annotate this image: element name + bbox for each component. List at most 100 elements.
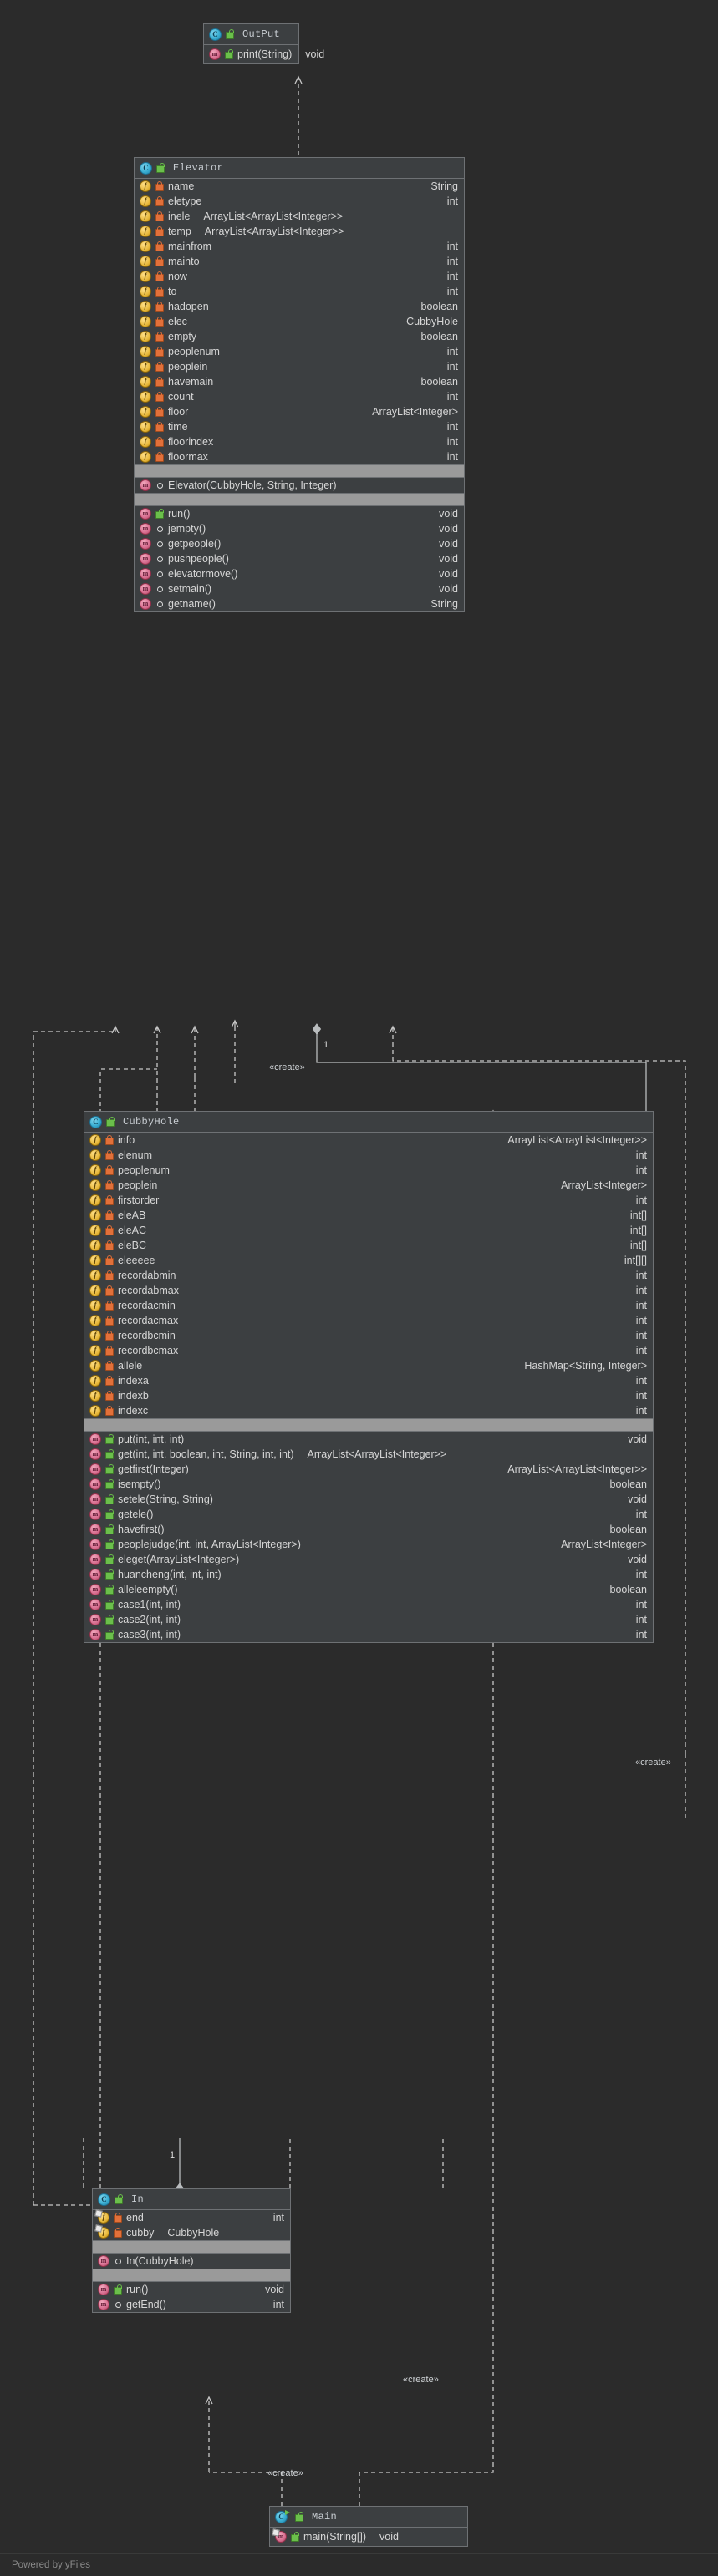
member-name: eleBC — [118, 1240, 147, 1251]
class-name-main: Main — [312, 2511, 338, 2523]
class-box-elevator[interactable]: C Elevator f name String f eletype int f inel… — [134, 157, 465, 612]
member-name: pushpeople() — [168, 553, 229, 565]
table-row[interactable]: f name String — [135, 179, 464, 194]
member-type: int — [635, 1599, 647, 1610]
table-row[interactable]: f recordbcmin int — [84, 1328, 653, 1343]
table-row[interactable]: m main(String[]) void — [270, 2528, 467, 2546]
member-type: void — [439, 553, 458, 565]
table-row[interactable]: m case1(int, int) int — [84, 1597, 653, 1612]
table-row[interactable]: m getname() String — [135, 596, 464, 611]
table-row[interactable]: f indexb int — [84, 1388, 653, 1403]
member-type: int — [635, 1569, 647, 1580]
class-methods-cubbyhole: m put(int, int, int) void m get(int, int, b… — [84, 1432, 653, 1642]
table-row[interactable]: f hadopen boolean — [135, 299, 464, 314]
table-row[interactable]: f mainto int — [135, 254, 464, 269]
table-row[interactable]: m get(int, int, boolean, int, String, int… — [84, 1447, 653, 1462]
table-row[interactable]: m eleget(ArrayList<Integer>) void — [84, 1552, 653, 1567]
class-header-in: C In — [93, 2189, 290, 2210]
table-row[interactable]: f recordabmin int — [84, 1268, 653, 1283]
table-row[interactable]: f to int — [135, 284, 464, 299]
table-row[interactable]: m alleleempty() boolean — [84, 1582, 653, 1597]
table-row[interactable]: f eleAC int[] — [84, 1223, 653, 1238]
member-name: peoplein — [118, 1179, 158, 1191]
table-row[interactable]: m jempty() void — [135, 521, 464, 536]
table-row[interactable]: f recordacmin int — [84, 1298, 653, 1313]
class-box-in[interactable]: C In f end int f cubby CubbyHole m In(CubbyHo… — [92, 2188, 291, 2313]
table-row[interactable]: f temp ArrayList<ArrayList<Integer>> — [135, 224, 464, 239]
table-row[interactable]: f eleAB int[] — [84, 1208, 653, 1223]
table-row[interactable]: f eletype int — [135, 194, 464, 209]
multiplicity-in-cubbyhole: 1 — [170, 2150, 176, 2160]
table-row[interactable]: f floormax int — [135, 449, 464, 464]
table-row[interactable]: f recordbcmax int — [84, 1343, 653, 1358]
table-row[interactable]: m put(int, int, int) void — [84, 1432, 653, 1447]
table-row[interactable]: m Elevator(CubbyHole, String, Integer) — [135, 478, 464, 493]
member-name: mainto — [168, 256, 200, 267]
table-row[interactable]: f eleeeee int[][] — [84, 1253, 653, 1268]
table-row[interactable]: m case3(int, int) int — [84, 1627, 653, 1642]
table-row[interactable]: m setele(String, String) void — [84, 1492, 653, 1507]
table-row[interactable]: m run() void — [93, 2282, 290, 2297]
member-name: recordbcmin — [118, 1330, 176, 1341]
table-row[interactable]: m havefirst() boolean — [84, 1522, 653, 1537]
member-row[interactable]: m print(String) void — [204, 45, 324, 63]
member-name: indexa — [118, 1375, 149, 1387]
table-row[interactable]: f peoplein ArrayList<Integer> — [84, 1178, 653, 1193]
table-row[interactable]: m getEnd() int — [93, 2297, 290, 2312]
table-row[interactable]: f elec CubbyHole — [135, 314, 464, 329]
table-row[interactable]: f end int — [93, 2210, 290, 2225]
table-row[interactable]: m isempty() boolean — [84, 1477, 653, 1492]
table-row[interactable]: m huancheng(int, int, int) int — [84, 1567, 653, 1582]
table-row[interactable]: f allele HashMap<String, Integer> — [84, 1358, 653, 1373]
table-row[interactable]: f eleBC int[] — [84, 1238, 653, 1253]
section-divider — [135, 465, 464, 478]
member-name: case2(int, int) — [118, 1614, 181, 1625]
table-row[interactable]: m pushpeople() void — [135, 551, 464, 566]
member-name: recordabmax — [118, 1285, 179, 1296]
table-row[interactable]: f recordabmax int — [84, 1283, 653, 1298]
table-row[interactable]: f mainfrom int — [135, 239, 464, 254]
table-row[interactable]: m case2(int, int) int — [84, 1612, 653, 1627]
section-divider — [93, 2269, 290, 2282]
table-row[interactable]: f indexa int — [84, 1373, 653, 1388]
table-row[interactable]: f count int — [135, 389, 464, 404]
class-box-output[interactable]: C OutPut m print(String) void — [203, 23, 324, 64]
member-type: int — [446, 436, 458, 448]
table-row[interactable]: f elenum int — [84, 1148, 653, 1163]
table-row[interactable]: m elevatormove() void — [135, 566, 464, 581]
class-box-main[interactable]: C Main m main(String[]) void — [269, 2506, 468, 2547]
member-type: int — [635, 1405, 647, 1417]
member-type: int — [446, 241, 458, 252]
member-type: CubbyHole — [406, 316, 458, 327]
table-row[interactable]: f indexc int — [84, 1403, 653, 1418]
class-box-cubbyhole[interactable]: C CubbyHole f info ArrayList<ArrayList<Int… — [84, 1111, 654, 1643]
table-row[interactable]: m getfirst(Integer) ArrayList<ArrayList<In… — [84, 1462, 653, 1477]
member-type: int — [635, 1614, 647, 1625]
member-type: int — [446, 451, 458, 463]
table-row[interactable]: m peoplejudge(int, int, ArrayList<Integer… — [84, 1537, 653, 1552]
table-row[interactable]: f floor ArrayList<Integer> — [135, 404, 464, 419]
table-row[interactable]: f cubby CubbyHole — [93, 2225, 290, 2240]
table-row[interactable]: m In(CubbyHole) — [93, 2254, 290, 2269]
table-row[interactable]: f peoplenum int — [135, 344, 464, 359]
table-row[interactable]: f floorindex int — [135, 434, 464, 449]
table-row[interactable]: m getele() int — [84, 1507, 653, 1522]
class-methods-main: m main(String[]) void — [270, 2528, 467, 2546]
table-row[interactable]: f now int — [135, 269, 464, 284]
table-row[interactable]: f time int — [135, 419, 464, 434]
table-row[interactable]: f inele ArrayList<ArrayList<Integer>> — [135, 209, 464, 224]
table-row[interactable]: m getpeople() void — [135, 536, 464, 551]
member-type: int — [635, 1300, 647, 1311]
table-row[interactable]: f empty boolean — [135, 329, 464, 344]
table-row[interactable]: f havemain boolean — [135, 374, 464, 389]
member-name: put(int, int, int) — [118, 1433, 185, 1445]
table-row[interactable]: f peoplenum int — [84, 1163, 653, 1178]
table-row[interactable]: f peoplein int — [135, 359, 464, 374]
table-row[interactable]: f recordacmax int — [84, 1313, 653, 1328]
table-row[interactable]: m run() void — [135, 506, 464, 521]
table-row[interactable]: f firstorder int — [84, 1193, 653, 1208]
class-constructors-elevator: m Elevator(CubbyHole, String, Integer) — [135, 478, 464, 494]
table-row[interactable]: f info ArrayList<ArrayList<Integer>> — [84, 1133, 653, 1148]
table-row[interactable]: m setmain() void — [135, 581, 464, 596]
member-name: recordabmin — [118, 1270, 176, 1281]
